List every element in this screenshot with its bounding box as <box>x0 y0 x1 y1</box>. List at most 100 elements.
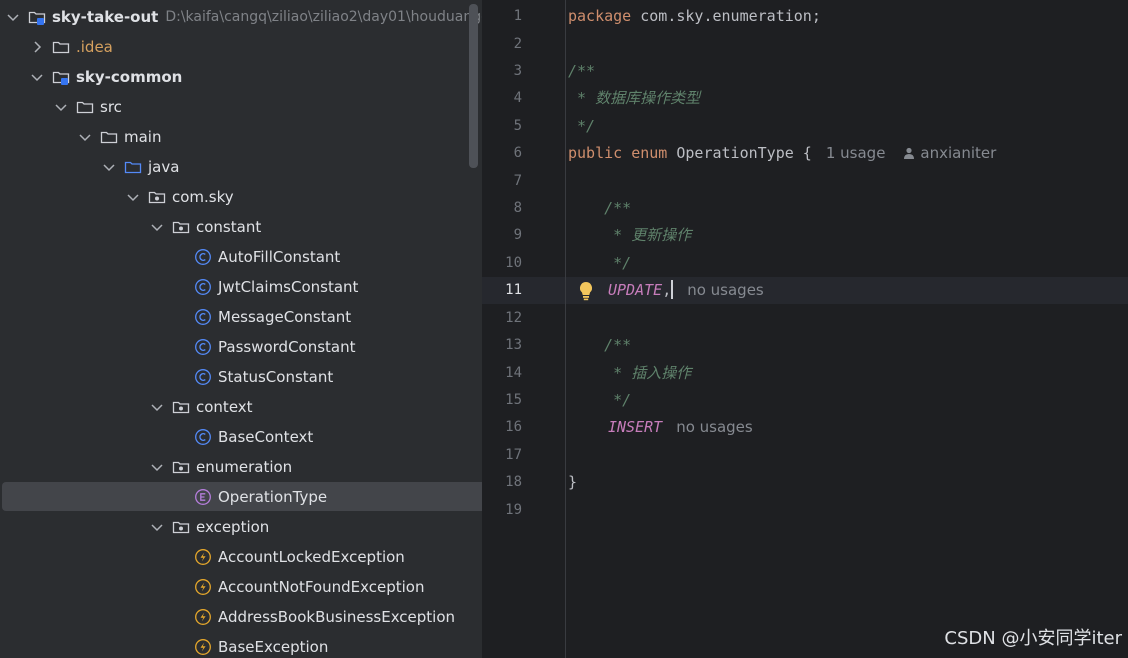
tree-item-addressbookbusinessexception[interactable]: AddressBookBusinessException <box>0 602 482 632</box>
tree-item-label: BaseContext <box>218 428 314 446</box>
line-number[interactable]: 13 <box>482 332 522 359</box>
tree-item-label: sky-take-out <box>52 8 159 26</box>
tree-item-com-sky[interactable]: com.sky <box>0 182 482 212</box>
tree-item-src[interactable]: src <box>0 92 482 122</box>
lightbulb-icon[interactable] <box>578 281 594 301</box>
tree-item-main[interactable]: main <box>0 122 482 152</box>
code-line-15[interactable]: */ <box>568 387 631 414</box>
class-icon <box>194 248 212 266</box>
line-number-current[interactable]: 11 <box>482 277 522 304</box>
tree-item-label: enumeration <box>196 458 293 476</box>
tree-item-statusconstant[interactable]: StatusConstant <box>0 362 482 392</box>
line-number[interactable]: 2 <box>482 31 522 58</box>
exception-class-icon <box>194 578 212 596</box>
line-number[interactable]: 3 <box>482 58 522 85</box>
tree-item-label: PasswordConstant <box>218 338 356 356</box>
chevron-down-icon[interactable] <box>150 400 164 414</box>
chevron-down-icon[interactable] <box>6 10 20 24</box>
line-number[interactable]: 8 <box>482 195 522 222</box>
module-folder-icon <box>28 8 46 26</box>
tree-item-autofillconstant[interactable]: AutoFillConstant <box>0 242 482 272</box>
tree-item-label: sky-common <box>76 68 183 86</box>
code-line-14[interactable]: * 插入操作 <box>568 360 691 387</box>
line-number[interactable]: 1 <box>482 3 522 30</box>
chevron-down-icon[interactable] <box>30 70 44 84</box>
tree-item-baseexception[interactable]: BaseException <box>0 632 482 658</box>
line-number[interactable]: 16 <box>482 414 522 441</box>
chevron-down-icon[interactable] <box>126 190 140 204</box>
enum-icon <box>194 488 212 506</box>
tree-item-basecontext[interactable]: BaseContext <box>0 422 482 452</box>
tree-item-accountnotfoundexception[interactable]: AccountNotFoundException <box>0 572 482 602</box>
watermark: CSDN @小安同学iter <box>944 628 1122 649</box>
code-line-10[interactable]: */ <box>568 250 631 277</box>
chevron-down-icon[interactable] <box>78 130 92 144</box>
tree-item-constant[interactable]: constant <box>0 212 482 242</box>
line-number[interactable]: 12 <box>482 305 522 332</box>
tree-item-sky-take-out[interactable]: sky-take-out D:\kaifa\cangq\ziliao\zilia… <box>0 2 482 32</box>
tree-item-context[interactable]: context <box>0 392 482 422</box>
project-path: D:\kaifa\cangq\ziliao\ziliao2\day01\houd… <box>165 9 482 25</box>
code-line-16[interactable]: INSERT no usages <box>608 414 753 441</box>
tree-item-label: AddressBookBusinessException <box>218 608 456 626</box>
tree-item-label: JwtClaimsConstant <box>218 278 359 296</box>
code-line-6[interactable]: public enum OperationType {1 usage anxian… <box>568 140 996 167</box>
chevron-down-icon[interactable] <box>102 160 116 174</box>
tree-item-operationtype[interactable]: OperationType <box>2 482 482 511</box>
line-number[interactable]: 17 <box>482 442 522 469</box>
chevron-right-icon[interactable] <box>30 40 44 54</box>
code-line-9[interactable]: * 更新操作 <box>568 222 691 249</box>
code-line-13[interactable]: /** <box>568 332 631 359</box>
line-number[interactable]: 4 <box>482 85 522 112</box>
line-number[interactable]: 6 <box>482 140 522 167</box>
tree-item-label: exception <box>196 518 270 536</box>
comma: , <box>662 281 672 299</box>
chevron-down-icon[interactable] <box>54 100 68 114</box>
chevron-down-icon[interactable] <box>150 520 164 534</box>
line-number[interactable]: 15 <box>482 387 522 414</box>
tree-item-java[interactable]: java <box>0 152 482 182</box>
chevron-down-icon[interactable] <box>150 460 164 474</box>
class-icon <box>194 278 212 296</box>
tree-item-label: OperationType <box>218 487 328 506</box>
code-line-11[interactable]: UPDATE, no usages <box>608 277 764 304</box>
no-usages-hint[interactable]: no usages <box>687 281 764 299</box>
tree-item-label: StatusConstant <box>218 368 334 386</box>
tree-item-passwordconstant[interactable]: PasswordConstant <box>0 332 482 362</box>
code-line-18[interactable]: } <box>568 469 577 496</box>
line-number[interactable]: 18 <box>482 469 522 496</box>
line-number[interactable]: 10 <box>482 250 522 277</box>
code-line-4[interactable]: * 数据库操作类型 <box>568 85 700 112</box>
no-usages-hint[interactable]: no usages <box>676 418 753 436</box>
class-icon <box>194 338 212 356</box>
folder-icon <box>76 98 94 116</box>
exception-class-icon <box>194 608 212 626</box>
keyword-package: package <box>568 7 632 25</box>
package-icon <box>172 218 190 236</box>
tree-item-exception[interactable]: exception <box>0 512 482 542</box>
tree-item-accountlockedexception[interactable]: AccountLockedException <box>0 542 482 572</box>
tree-item-label: AutoFillConstant <box>218 248 341 266</box>
line-number[interactable]: 7 <box>482 168 522 195</box>
code-line-3[interactable]: /** <box>568 58 595 85</box>
tree-item-enumeration[interactable]: enumeration <box>0 452 482 482</box>
code-line-8[interactable]: /** <box>568 195 631 222</box>
tree-item-idea[interactable]: .idea <box>0 32 482 62</box>
tree-scrollbar[interactable] <box>469 4 478 168</box>
line-number[interactable]: 14 <box>482 360 522 387</box>
package-name: com.sky.enumeration; <box>631 7 821 25</box>
tree-item-label: AccountLockedException <box>218 548 405 566</box>
tree-item-label: java <box>148 158 180 176</box>
code-line-1[interactable]: package com.sky.enumeration; <box>568 3 821 30</box>
chevron-down-icon[interactable] <box>150 220 164 234</box>
author-hint[interactable]: anxianiter <box>920 144 996 162</box>
code-line-5[interactable]: */ <box>568 113 595 140</box>
usage-hint[interactable]: 1 usage <box>826 144 886 162</box>
line-number[interactable]: 9 <box>482 222 522 249</box>
tree-item-jwtclaimsconstant[interactable]: JwtClaimsConstant <box>0 272 482 302</box>
tree-item-label: com.sky <box>172 188 234 206</box>
tree-item-sky-common[interactable]: sky-common <box>0 62 482 92</box>
tree-item-messageconstant[interactable]: MessageConstant <box>0 302 482 332</box>
line-number[interactable]: 19 <box>482 497 522 524</box>
line-number[interactable]: 5 <box>482 113 522 140</box>
